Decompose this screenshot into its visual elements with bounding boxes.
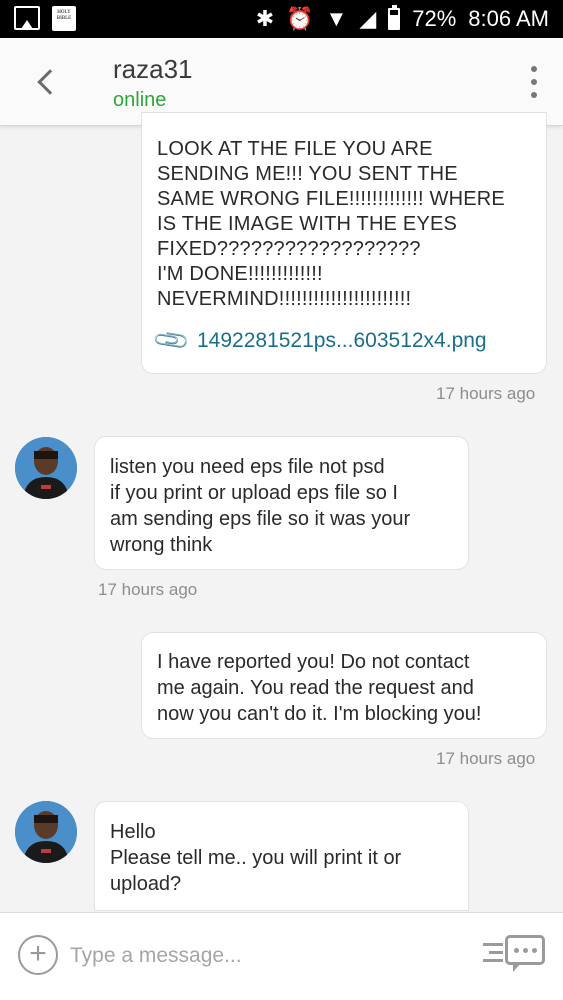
avatar-image [15,801,77,863]
message-bubble-incoming[interactable]: listen you need eps file not psd if you … [94,436,469,570]
overflow-menu-button[interactable] [527,62,541,102]
message-timestamp: 17 hours ago [436,749,536,768]
contact-name[interactable]: raza31 [113,54,193,85]
battery-percent: 72% [412,6,457,31]
message-text: listen you need eps file not psd if you … [110,456,411,556]
message-timestamp: 17 hours ago [98,580,198,599]
message-input[interactable] [70,939,450,973]
avatar-image [15,437,77,499]
message-timestamp: 17 hours ago [436,384,536,403]
bluetooth-icon: ✱ [255,6,275,31]
message-text: I have reported you! Do not contact me a… [157,651,482,725]
send-button[interactable] [483,935,549,977]
speed-lines-icon [483,943,505,967]
signal-icon: ◢ [359,6,377,31]
alarm-icon: ⏰ [286,6,314,31]
menu-dot-icon [531,66,537,72]
contact-avatar[interactable] [15,801,77,863]
message-text: LOOK AT THE FILE YOU ARE SENDING ME!!! Y… [157,138,505,310]
chat-bubble-icon [505,935,545,965]
paperclip-icon: 📎 [151,320,192,361]
message-bubble-outgoing[interactable]: LOOK AT THE FILE YOU ARE SENDING ME!!! Y… [141,112,547,374]
add-attachment-button[interactable]: + [18,935,58,975]
contact-avatar[interactable] [15,437,77,499]
bible-app-icon: HOLY BIBLE [52,6,76,31]
image-notification-icon [14,6,40,30]
wifi-icon: ▼ [325,6,348,31]
file-attachment[interactable]: 📎 1492281521ps...603512x4.png [152,321,532,361]
message-text: Hello Please tell me.. you will print it… [110,821,402,895]
menu-dot-icon [531,92,537,98]
battery-icon [388,5,401,30]
message-bubble-incoming[interactable]: Hello Please tell me.. you will print it… [94,801,469,911]
message-bubble-outgoing[interactable]: I have reported you! Do not contact me a… [141,632,547,739]
back-button[interactable] [26,60,66,104]
attachment-filename[interactable]: 1492281521ps...603512x4.png [197,328,487,354]
status-bar: HOLY BIBLE ✱ ⏰ ▼ ◢ 72% 8:06 AM [0,0,563,38]
menu-dot-icon [531,79,537,85]
chevron-left-icon [37,69,63,95]
contact-status: online [113,89,167,111]
message-composer: + [0,912,563,1000]
clock: 8:06 AM [468,6,549,31]
